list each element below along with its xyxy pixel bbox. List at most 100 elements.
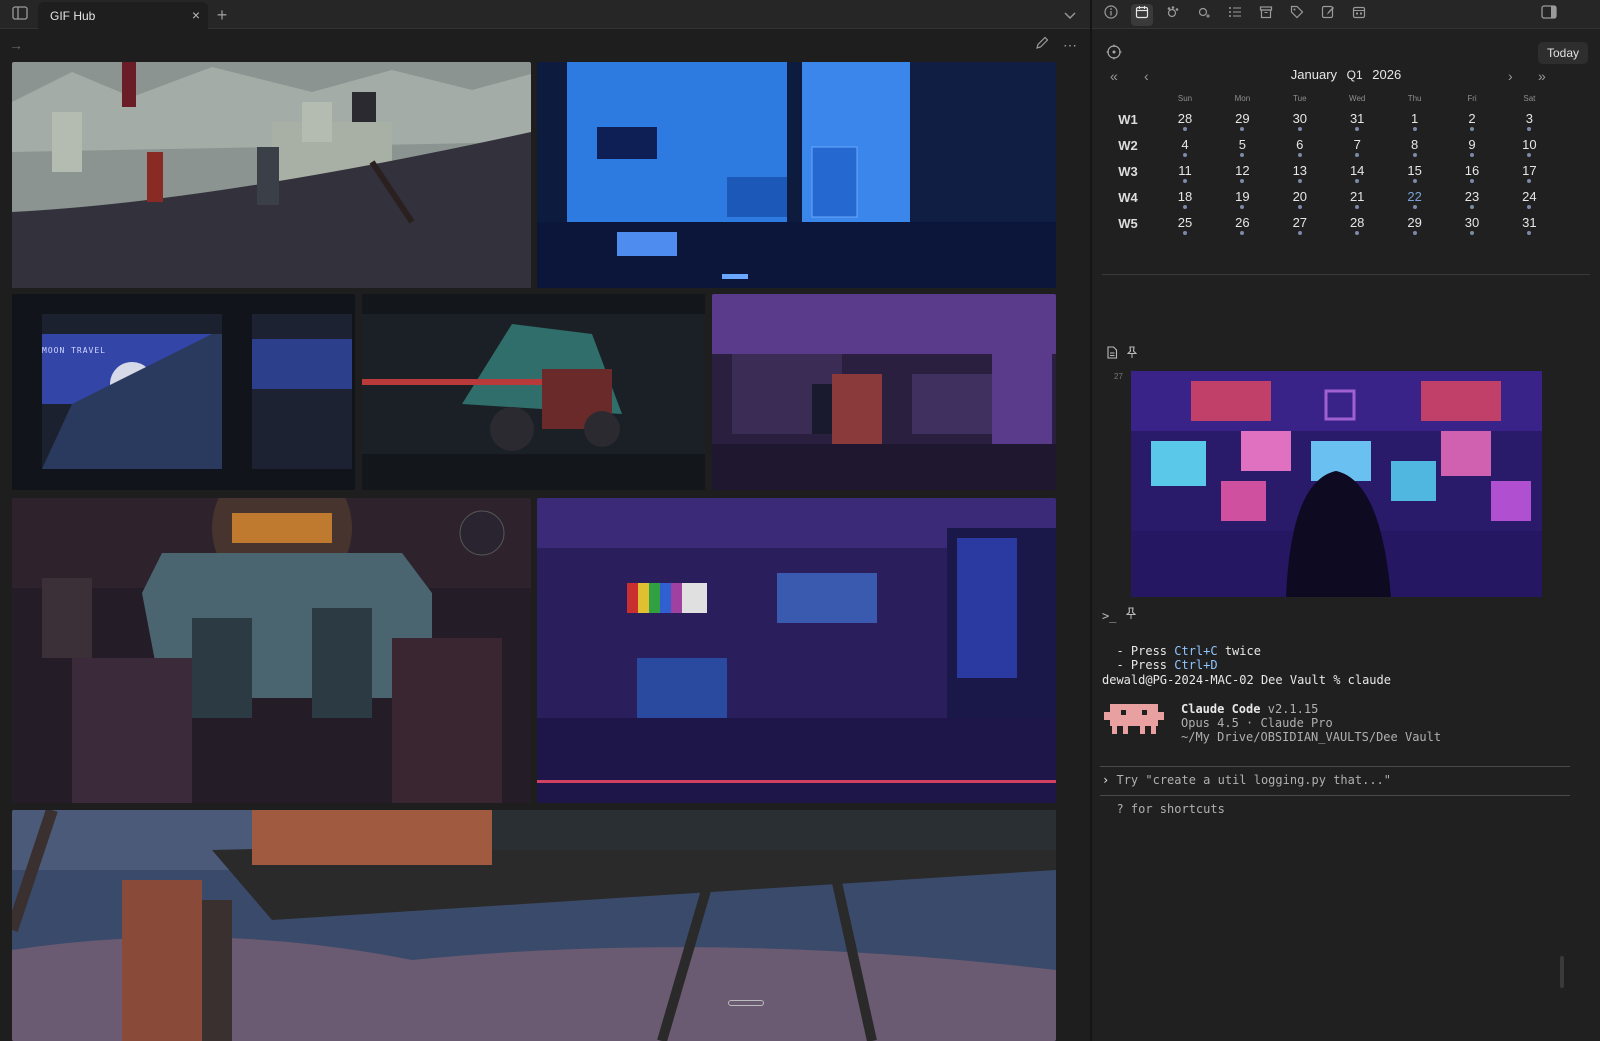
calendar-quarter[interactable]: Q1 (1347, 68, 1363, 82)
calendar-day[interactable]: 14 (1328, 163, 1386, 183)
calendar-week-row: W2 4 5 6 7 8 9 10 (1102, 134, 1590, 160)
weekday-label: Wed (1349, 94, 1366, 103)
calendar-day[interactable]: 23 (1443, 189, 1501, 209)
right-sidebar-icon[interactable] (1538, 4, 1560, 26)
week-number[interactable]: W5 (1102, 216, 1154, 231)
calendar-day[interactable]: 4 (1156, 137, 1214, 157)
terminal-icon[interactable]: >_ (1102, 609, 1116, 623)
forward-arrow-icon[interactable]: → (6, 35, 26, 55)
calendar-day[interactable]: 5 (1213, 137, 1271, 157)
blue-room-gif[interactable] (537, 62, 1056, 288)
note-dot-icon (1412, 179, 1417, 183)
calendar-day[interactable]: 18 (1156, 189, 1214, 209)
neon-bar-gif[interactable] (537, 498, 1056, 803)
calendar-day[interactable]: 7 (1328, 137, 1386, 157)
hacker-room-gif[interactable] (1131, 371, 1542, 597)
pin-icon[interactable] (1127, 346, 1138, 362)
terminal-scrollbar[interactable] (1560, 956, 1564, 988)
note-dot-icon (1470, 231, 1474, 235)
calendar-day[interactable]: 8 (1386, 137, 1444, 157)
calendar-day[interactable]: 12 (1213, 163, 1271, 183)
calendar-day[interactable]: 22 (1386, 189, 1444, 209)
list-icon[interactable] (1224, 4, 1246, 26)
note-dot-icon (1240, 205, 1245, 209)
calendar-day[interactable]: 29 (1386, 215, 1444, 235)
castle-knights-gif[interactable] (12, 62, 531, 288)
calendar-day[interactable]: 27 (1271, 215, 1329, 235)
embed-panel-header (1106, 346, 1138, 362)
calendar-day[interactable]: 3 (1500, 111, 1558, 131)
calendar-day[interactable]: 9 (1443, 137, 1501, 157)
week-number[interactable]: W2 (1102, 138, 1154, 153)
archive-icon[interactable] (1255, 4, 1277, 26)
claude-input[interactable]: › Try "create a util logging.py that..." (1102, 773, 1391, 787)
studio-workspace-gif[interactable] (712, 294, 1056, 490)
note-dot-icon (1412, 127, 1417, 131)
chevron-down-icon[interactable] (1060, 5, 1080, 25)
calendar-day[interactable]: 2 (1443, 111, 1501, 131)
calendar-year[interactable]: 2026 (1372, 67, 1401, 82)
note-dot-icon (1527, 127, 1532, 131)
calendar-day[interactable]: 11 (1156, 163, 1214, 183)
calendar-day[interactable]: 28 (1156, 111, 1214, 131)
calendar-grid-icon[interactable] (1348, 4, 1370, 26)
paw-plus-icon[interactable] (1193, 4, 1215, 26)
rainy-cafe-gif[interactable] (12, 498, 531, 803)
note-dot-icon (1183, 127, 1187, 131)
gallery-scroll-handle[interactable] (728, 1000, 764, 1006)
info-icon[interactable] (1100, 4, 1122, 26)
calendar-day[interactable]: 19 (1213, 189, 1271, 209)
week-number[interactable]: W4 (1102, 190, 1154, 205)
calendar-day[interactable]: 21 (1328, 189, 1386, 209)
input-divider-top (1100, 766, 1570, 767)
calendar-day[interactable]: 13 (1271, 163, 1329, 183)
calendar-day[interactable]: 31 (1500, 215, 1558, 235)
calendar-day[interactable]: 1 (1386, 111, 1444, 131)
week-number[interactable]: W3 (1102, 164, 1154, 179)
calendar-day[interactable]: 25 (1156, 215, 1214, 235)
calendar-day[interactable]: 28 (1328, 215, 1386, 235)
file-icon[interactable] (1106, 346, 1121, 362)
paw-icon[interactable] (1162, 4, 1184, 26)
calendar-week-row: W1 28 29 30 31 1 2 3 (1102, 108, 1590, 134)
new-tab-button[interactable]: + (212, 5, 232, 25)
calendar-day[interactable]: 31 (1328, 111, 1386, 131)
calendar-day[interactable]: 20 (1271, 189, 1329, 209)
calendar-day[interactable]: 26 (1213, 215, 1271, 235)
note-dot-icon (1355, 127, 1360, 131)
tag-icon[interactable] (1286, 4, 1308, 26)
note-edit-icon[interactable] (1317, 4, 1339, 26)
week-number[interactable]: W1 (1102, 112, 1154, 127)
motorcycle-rider-gif[interactable] (362, 294, 705, 490)
terminal-output[interactable]: - Press Ctrl+C twice - Press Ctrl+D dewa… (1092, 640, 1600, 1040)
pencil-icon[interactable] (1032, 35, 1052, 55)
calendar-day[interactable]: 15 (1386, 163, 1444, 183)
close-icon[interactable]: × (192, 7, 200, 23)
note-dot-icon (1240, 127, 1245, 131)
calendar-day[interactable]: 30 (1271, 111, 1329, 131)
calendar-icon[interactable] (1131, 4, 1153, 26)
calendar-month[interactable]: January (1291, 67, 1337, 82)
calendar-day[interactable]: 30 (1443, 215, 1501, 235)
moon-travel-train-gif[interactable]: MOON TRAVEL (12, 294, 355, 490)
calendar-day[interactable]: 6 (1271, 137, 1329, 157)
tab-gif-hub[interactable]: GIF Hub × (38, 2, 208, 29)
sky-platform-gif[interactable] (12, 810, 1056, 1041)
editor-pane: GIF Hub × + → ⋯ MOON TRAVEL (0, 0, 1090, 1041)
note-dot-icon (1355, 153, 1360, 157)
claude-mascot-icon (1104, 700, 1164, 740)
more-options-icon[interactable]: ⋯ (1060, 35, 1080, 55)
today-button[interactable]: Today (1538, 42, 1588, 64)
shortcuts-hint: ? for shortcuts (1102, 802, 1225, 816)
calendar-title: January Q1 2026 (1092, 67, 1600, 82)
calendar-day[interactable]: 24 (1500, 189, 1558, 209)
calendar-day[interactable]: 16 (1443, 163, 1501, 183)
right-sidebar: Today « ‹ › » January Q1 2026 Sun Mon Tue W… (1092, 0, 1600, 1041)
sidebar-toggle-icon[interactable] (10, 5, 30, 25)
calendar-day[interactable]: 29 (1213, 111, 1271, 131)
calendar-day[interactable]: 17 (1500, 163, 1558, 183)
calendar-day[interactable]: 10 (1500, 137, 1558, 157)
crosshair-icon[interactable] (1106, 44, 1122, 65)
pin-icon[interactable] (1125, 607, 1137, 623)
weekday-label: Mon (1234, 94, 1251, 103)
